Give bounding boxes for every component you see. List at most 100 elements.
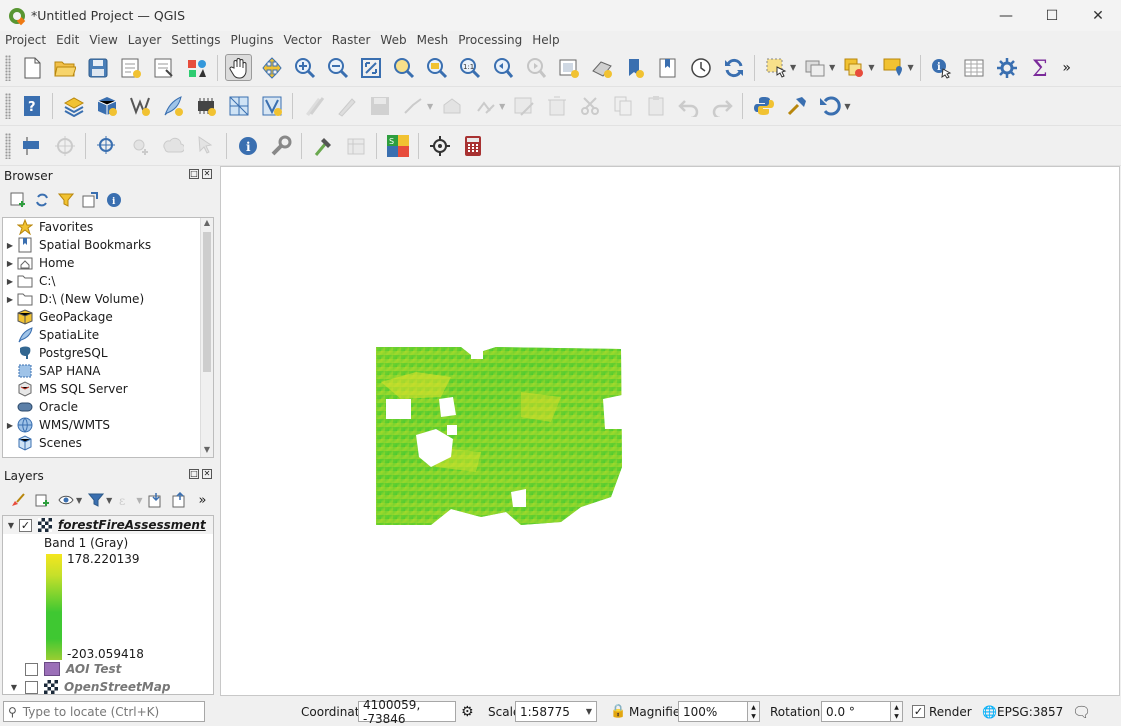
undock-icon[interactable]: □: [189, 469, 199, 479]
filter-legend-button[interactable]: [86, 490, 106, 510]
model-designer-button[interactable]: [426, 132, 453, 159]
delete-selected-button[interactable]: [543, 93, 570, 120]
new-virtual-layer-2-button[interactable]: [258, 93, 285, 120]
undo-button[interactable]: [675, 93, 702, 120]
chevron-down-icon[interactable]: ▼: [427, 102, 433, 111]
add-ring-button[interactable]: [159, 132, 186, 159]
zoom-out-button[interactable]: [324, 54, 351, 81]
messages-icon[interactable]: 🗨: [1072, 703, 1091, 721]
save-project-button[interactable]: [84, 54, 111, 81]
save-edits-button[interactable]: [366, 93, 393, 120]
select-features-button[interactable]: [762, 54, 789, 81]
layer-row-forest-fire[interactable]: ▼ ✓ forestFireAssessment: [3, 516, 213, 534]
plugin-tool-button[interactable]: [783, 93, 810, 120]
magnifier-spinbox[interactable]: 100% ▲ ▼: [678, 701, 760, 722]
close-panel-icon[interactable]: ✕: [202, 169, 212, 179]
new-geopackage-layer-button[interactable]: [93, 93, 120, 120]
vector-tools-button[interactable]: [309, 132, 336, 159]
chevron-down-icon[interactable]: ▼: [76, 496, 82, 505]
zoom-next-button[interactable]: [522, 54, 549, 81]
menu-project[interactable]: Project: [0, 31, 51, 49]
layers-tree[interactable]: ▼ ✓ forestFireAssessment Band 1 (Gray) 1…: [2, 515, 214, 695]
style-manager-button[interactable]: [183, 54, 210, 81]
toggle-editing-button[interactable]: [333, 93, 360, 120]
tree-item-mssql[interactable]: MS SQL Server: [3, 380, 213, 398]
spin-down-icon[interactable]: ▼: [748, 712, 759, 721]
tree-item-sap-hana[interactable]: SAP HANA: [3, 362, 213, 380]
identify-features-button[interactable]: i: [928, 54, 955, 81]
chevron-right-icon[interactable]: »: [198, 493, 206, 508]
browser-scrollbar[interactable]: ▲ ▼: [200, 218, 213, 457]
toolbar-grip[interactable]: [5, 54, 11, 81]
close-button[interactable]: ✕: [1075, 0, 1121, 31]
raster-calculator-button[interactable]: [459, 132, 486, 159]
temporal-controller-button[interactable]: [687, 54, 714, 81]
select-tool-button[interactable]: [192, 132, 219, 159]
zoom-in-button[interactable]: [291, 54, 318, 81]
open-project-button[interactable]: [51, 54, 78, 81]
new-print-layout-button[interactable]: [117, 54, 144, 81]
new-shapefile-layer-button[interactable]: [126, 93, 153, 120]
zoom-to-selection-button[interactable]: [390, 54, 417, 81]
close-panel-icon[interactable]: ✕: [202, 469, 212, 479]
raster-tools-button[interactable]: [342, 132, 369, 159]
crs-button[interactable]: EPSG:3857: [997, 705, 1063, 719]
toolbar-grip[interactable]: [5, 93, 11, 119]
help-button[interactable]: ?: [18, 93, 45, 120]
zoom-full-button[interactable]: [357, 54, 384, 81]
locator-search[interactable]: ⚲ Type to locate (Ctrl+K): [3, 701, 205, 722]
scrollbar-thumb[interactable]: [203, 232, 211, 372]
toolbar-overflow-button[interactable]: »: [1060, 54, 1074, 81]
spin-down-icon[interactable]: ▼: [891, 712, 902, 721]
render-checkbox[interactable]: ✓: [912, 705, 925, 718]
spin-up-icon[interactable]: ▲: [891, 703, 902, 712]
semi-automatic-classification-button[interactable]: S: [384, 132, 411, 159]
tree-item-home[interactable]: ▶ Home: [3, 254, 213, 272]
deselect-all-layers-button[interactable]: [840, 54, 867, 81]
pan-map-button[interactable]: [225, 54, 252, 81]
collapse-all-button[interactable]: [170, 490, 190, 510]
refresh-browser-button[interactable]: [32, 190, 52, 210]
browser-properties-button[interactable]: i: [104, 190, 124, 210]
chevron-down-icon[interactable]: ▼: [106, 496, 112, 505]
menu-mesh[interactable]: Mesh: [412, 31, 454, 49]
add-selected-layers-button[interactable]: [8, 190, 28, 210]
menu-help[interactable]: Help: [527, 31, 564, 49]
move-label-button[interactable]: [51, 132, 78, 159]
zoom-to-layer-button[interactable]: [423, 54, 450, 81]
spin-up-icon[interactable]: ▲: [748, 703, 759, 712]
undock-icon[interactable]: □: [189, 169, 199, 179]
filter-expression-button[interactable]: ε: [116, 490, 136, 510]
new-spatialite-layer-button[interactable]: [159, 93, 186, 120]
collapse-arrow-icon[interactable]: ▼: [3, 521, 19, 530]
layer-row-openstreetmap[interactable]: ▼ OpenStreetMap: [3, 678, 213, 696]
tree-item-d-drive[interactable]: ▶ D:\ (New Volume): [3, 290, 213, 308]
copy-features-button[interactable]: [609, 93, 636, 120]
zoom-native-resolution-button[interactable]: 1:1: [456, 54, 483, 81]
settings-tool-button[interactable]: [267, 132, 294, 159]
add-point-button[interactable]: [126, 132, 153, 159]
layer-visibility-checkbox[interactable]: [25, 662, 38, 676]
layer-name[interactable]: forestFireAssessment: [58, 518, 206, 532]
paste-features-button[interactable]: [642, 93, 669, 120]
menu-plugins[interactable]: Plugins: [225, 31, 278, 49]
layout-manager-button[interactable]: [150, 54, 177, 81]
select-by-location-button[interactable]: [879, 54, 906, 81]
modify-table-button[interactable]: [510, 93, 537, 120]
tree-item-spatialite[interactable]: SpatiaLite: [3, 326, 213, 344]
refresh-button[interactable]: [720, 54, 747, 81]
menu-processing[interactable]: Processing: [453, 31, 527, 49]
new-3d-view-button[interactable]: [588, 54, 615, 81]
minimize-button[interactable]: —: [983, 0, 1029, 31]
digitize-line-button[interactable]: [399, 93, 426, 120]
open-attribute-table-button[interactable]: [961, 54, 988, 81]
maximize-button[interactable]: ☐: [1029, 0, 1075, 31]
chevron-down-icon[interactable]: ▼: [907, 63, 913, 72]
expand-all-button[interactable]: [146, 490, 166, 510]
deselect-features-button[interactable]: [801, 54, 828, 81]
crs-globe-icon[interactable]: 🌐: [982, 705, 997, 719]
redo-button[interactable]: [708, 93, 735, 120]
expand-arrow-icon[interactable]: ▶: [3, 421, 17, 430]
expand-arrow-icon[interactable]: ▶: [3, 295, 17, 304]
browser-tree[interactable]: Favorites ▶ Spatial Bookmarks ▶ Home ▶ C:\ …: [2, 217, 214, 458]
